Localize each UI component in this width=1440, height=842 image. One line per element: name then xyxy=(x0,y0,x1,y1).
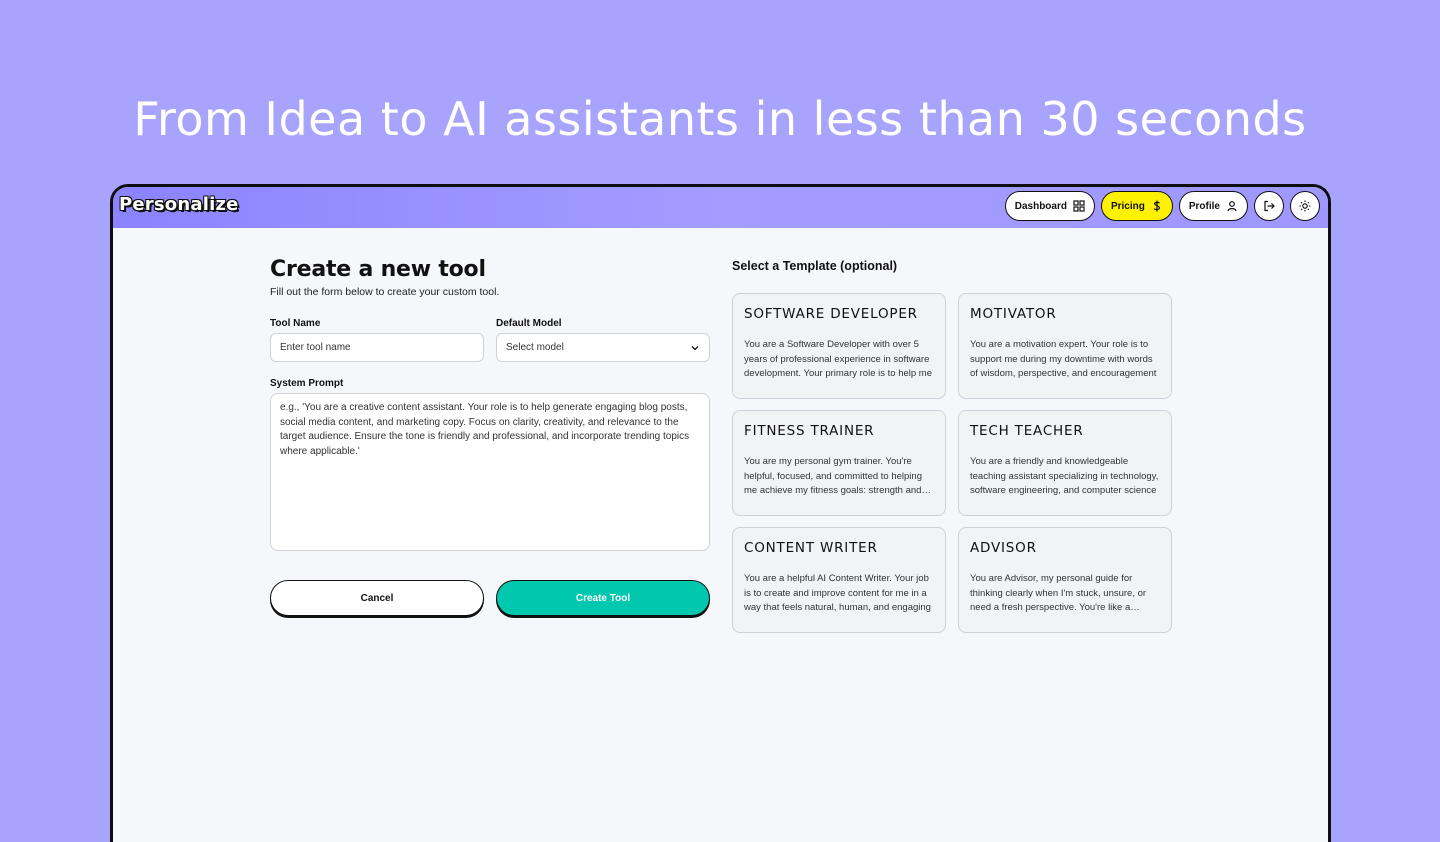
tool-name-placeholder: Enter tool name xyxy=(280,342,351,353)
nav-buttons: Dashboard Pricing Profile xyxy=(1004,191,1320,221)
template-title: SOFTWARE DEVELOPER xyxy=(744,306,918,322)
template-card-tech-teacher[interactable]: TECH TEACHER You are a friendly and know… xyxy=(958,410,1172,516)
model-select[interactable]: Select model xyxy=(496,333,710,362)
tool-name-label: Tool Name xyxy=(270,318,321,329)
top-navbar: Personalize Dashboard Pricing Profile xyxy=(113,187,1328,228)
template-panel: Select a Template (optional) SOFTWARE DE… xyxy=(732,257,1172,633)
sun-icon xyxy=(1299,200,1311,212)
pricing-button[interactable]: Pricing xyxy=(1100,191,1173,221)
pricing-label: Pricing xyxy=(1110,200,1145,212)
default-model-label: Default Model xyxy=(496,318,562,329)
template-description: You are a Software Developer with over 5… xyxy=(744,339,932,379)
template-description: You are a motivation expert. Your role i… xyxy=(970,339,1157,379)
profile-button[interactable]: Profile xyxy=(1178,191,1248,221)
template-description: You are a friendly and knowledgeable tea… xyxy=(970,456,1159,496)
create-tool-button[interactable]: Create Tool xyxy=(496,580,710,616)
theme-toggle-button[interactable] xyxy=(1290,191,1320,221)
chevron-down-icon xyxy=(691,345,699,350)
grid-icon xyxy=(1073,200,1085,212)
logout-icon xyxy=(1264,200,1275,212)
profile-label: Profile xyxy=(1188,200,1220,212)
cancel-button[interactable]: Cancel xyxy=(270,580,484,616)
template-description: You are a helpful AI Content Writer. You… xyxy=(744,573,931,613)
model-select-value: Select model xyxy=(506,342,564,353)
hero-title: From Idea to AI assistants in less than … xyxy=(133,92,1307,146)
template-grid: SOFTWARE DEVELOPER You are a Software De… xyxy=(732,293,1172,633)
template-description: You are my personal gym trainer. You're … xyxy=(744,456,922,496)
logout-button[interactable] xyxy=(1254,191,1284,221)
page-title: Create a new tool xyxy=(270,257,486,282)
system-prompt-label: System Prompt xyxy=(270,378,344,389)
template-description: You are Advisor, my personal guide for t… xyxy=(970,573,1147,613)
system-prompt-textarea[interactable]: e.g., 'You are a creative content assist… xyxy=(270,393,710,551)
dollar-icon xyxy=(1153,200,1160,212)
template-title: MOTIVATOR xyxy=(970,306,1057,322)
template-card-advisor[interactable]: ADVISOR You are Advisor, my personal gui… xyxy=(958,527,1172,633)
template-title: ADVISOR xyxy=(970,540,1037,556)
template-title: CONTENT WRITER xyxy=(744,540,878,556)
user-icon xyxy=(1227,201,1237,212)
template-card-motivator[interactable]: MOTIVATOR You are a motivation expert. Y… xyxy=(958,293,1172,399)
default-model-field: Default Model Select model xyxy=(496,318,710,362)
app-logo[interactable]: Personalize xyxy=(119,194,239,215)
tool-name-field: Tool Name Enter tool name xyxy=(270,318,484,362)
create-tool-form: Create a new tool Fill out the form belo… xyxy=(270,257,710,616)
template-title: FITNESS TRAINER xyxy=(744,423,875,439)
app-window: Personalize Dashboard Pricing Profile Cr… xyxy=(110,184,1331,842)
dashboard-label: Dashboard xyxy=(1014,200,1067,212)
template-card-content-writer[interactable]: CONTENT WRITER You are a helpful AI Cont… xyxy=(732,527,946,633)
template-section-title: Select a Template (optional) xyxy=(732,259,898,273)
dashboard-button[interactable]: Dashboard xyxy=(1004,191,1095,221)
tool-name-input[interactable]: Enter tool name xyxy=(270,333,484,362)
page-subtitle: Fill out the form below to create your c… xyxy=(270,286,500,298)
template-card-software-developer[interactable]: SOFTWARE DEVELOPER You are a Software De… xyxy=(732,293,946,399)
template-card-fitness-trainer[interactable]: FITNESS TRAINER You are my personal gym … xyxy=(732,410,946,516)
template-title: TECH TEACHER xyxy=(970,423,1084,439)
